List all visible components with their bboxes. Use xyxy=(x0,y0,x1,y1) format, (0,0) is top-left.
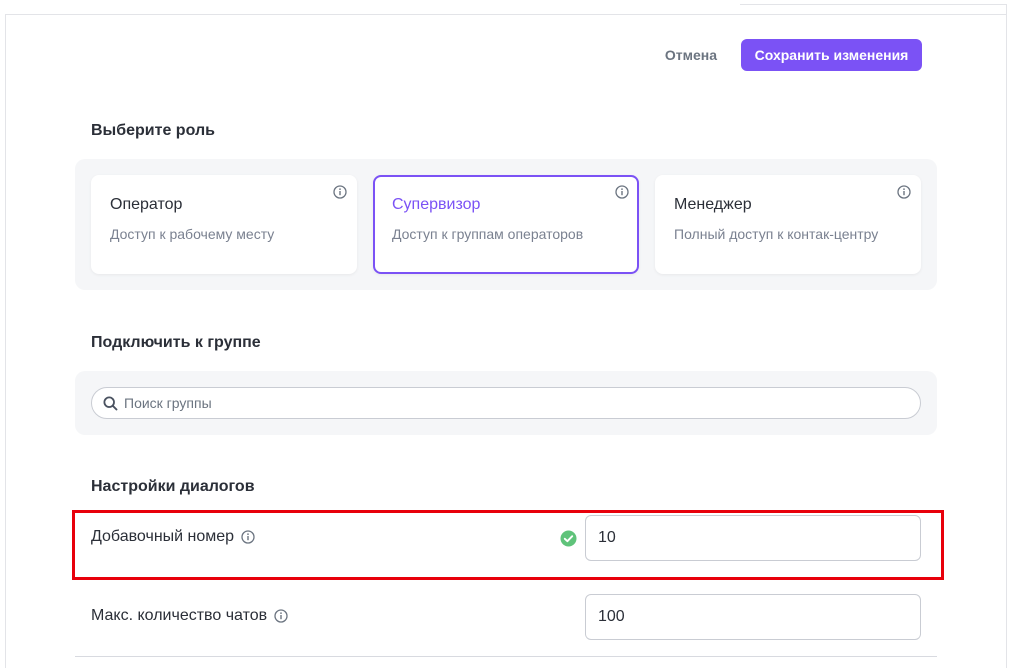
role-name: Оператор xyxy=(110,196,183,213)
info-icon[interactable] xyxy=(897,185,911,199)
section-divider xyxy=(75,656,937,657)
role-name: Менеджер xyxy=(674,196,752,213)
max-chats-label-row: Макс. количество чатов xyxy=(91,607,288,625)
role-panel: Оператор Доступ к рабочему месту Суперви… xyxy=(75,159,937,290)
dialog-section-title: Настройки диалогов xyxy=(91,478,255,495)
role-section-title: Выберите роль xyxy=(91,122,215,139)
page: Отмена Сохранить изменения Выберите роль… xyxy=(0,0,1015,668)
frame-border-top-extension xyxy=(740,4,1007,5)
header-actions: Отмена Сохранить изменения xyxy=(665,39,922,71)
role-card-operator[interactable]: Оператор Доступ к рабочему месту xyxy=(91,175,357,274)
info-icon[interactable] xyxy=(615,185,629,199)
role-card-manager[interactable]: Менеджер Полный доступ к контак-центру xyxy=(655,175,921,274)
role-description: Полный доступ к контак-центру xyxy=(674,226,879,242)
group-panel xyxy=(75,371,937,435)
group-search-input[interactable] xyxy=(124,395,904,411)
search-icon xyxy=(103,395,118,410)
role-description: Доступ к группам операторов xyxy=(392,226,584,242)
group-search-box[interactable] xyxy=(91,387,921,419)
frame-border-right xyxy=(1006,4,1007,668)
frame-border-top xyxy=(5,14,1007,15)
frame-border-left xyxy=(5,14,6,668)
role-description: Доступ к рабочему месту xyxy=(110,226,275,242)
highlight-frame xyxy=(72,510,944,580)
save-changes-button[interactable]: Сохранить изменения xyxy=(741,39,922,71)
max-chats-input[interactable] xyxy=(585,594,921,640)
role-card-supervisor[interactable]: Супервизор Доступ к группам операторов xyxy=(373,175,639,274)
cancel-button[interactable]: Отмена xyxy=(665,47,717,63)
info-icon[interactable] xyxy=(274,609,288,623)
max-chats-label: Макс. количество чатов xyxy=(91,607,268,624)
group-section-title: Подключить к группе xyxy=(91,334,261,351)
info-icon[interactable] xyxy=(333,185,347,199)
role-name: Супервизор xyxy=(392,196,481,213)
